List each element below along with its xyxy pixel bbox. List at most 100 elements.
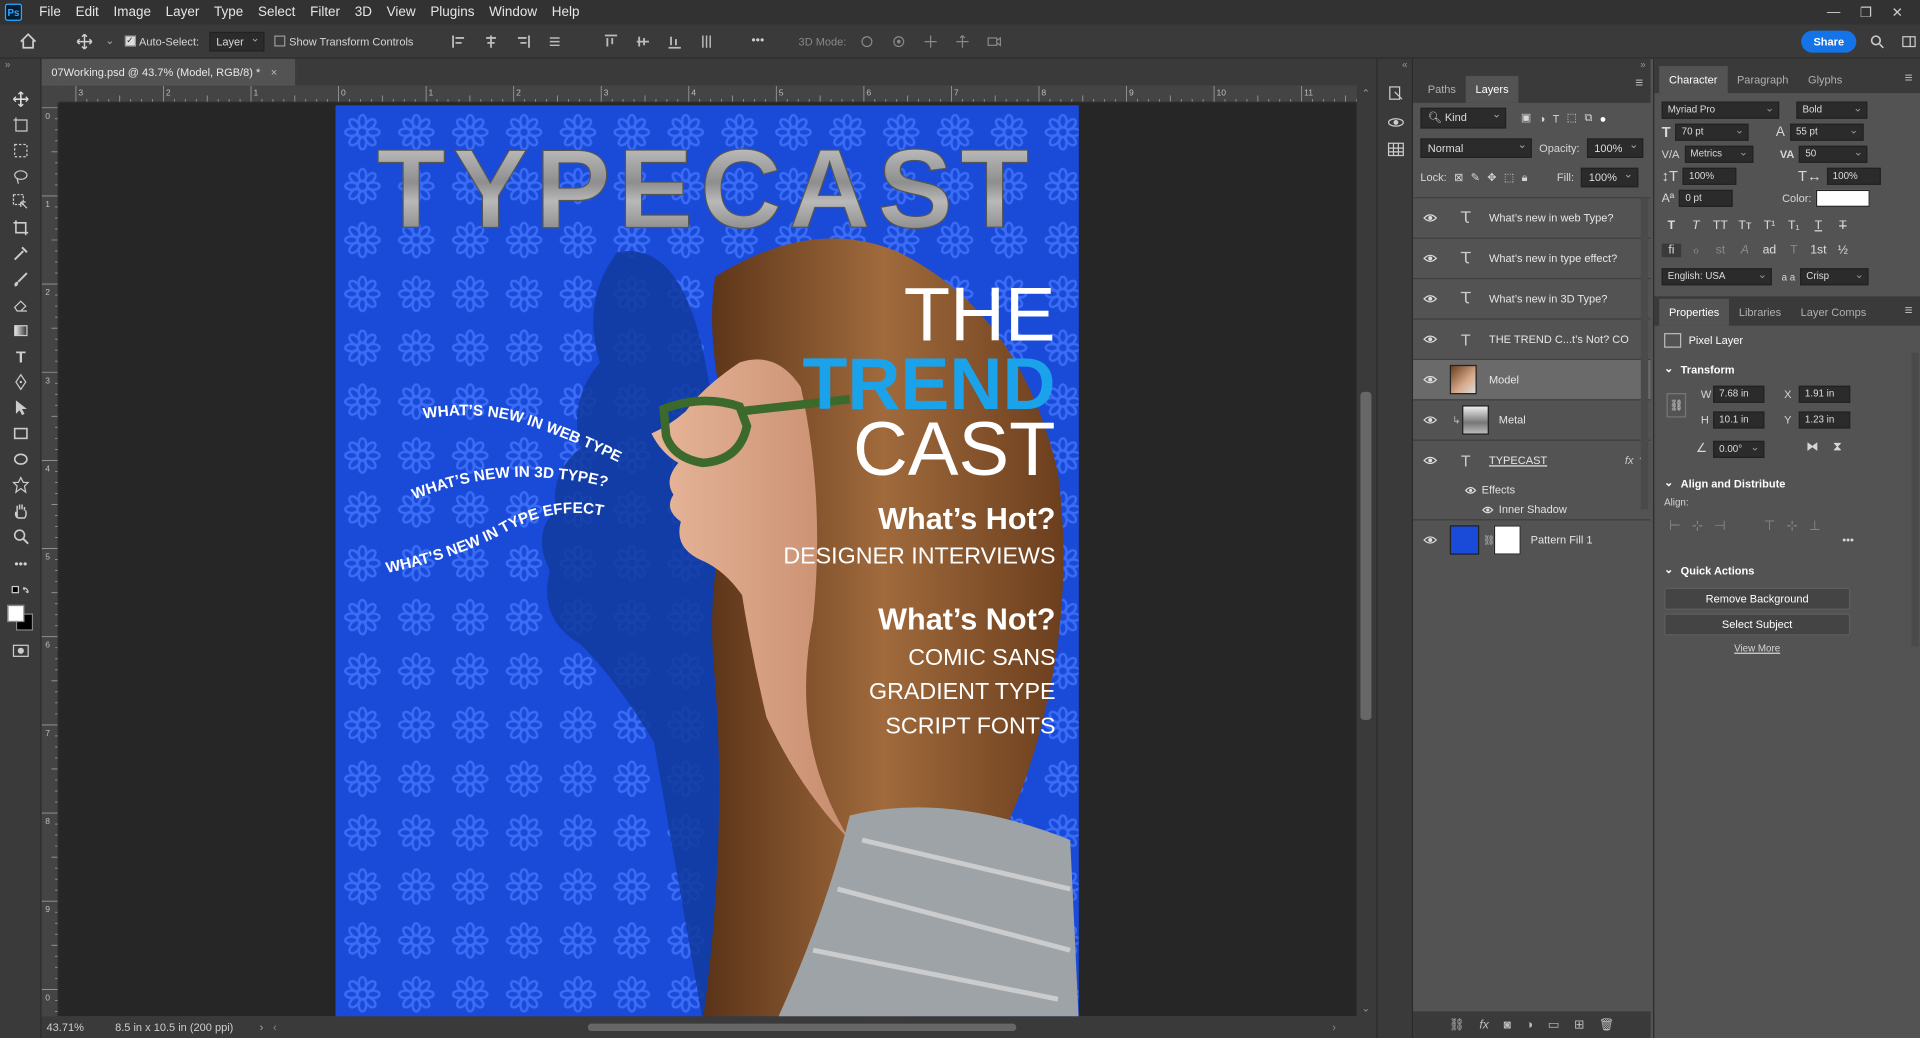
align-vertical-centers-icon[interactable]: ⊹ [1787,518,1798,534]
visibility-eye-icon[interactable] [1423,253,1438,263]
menu-window[interactable]: Window [482,0,545,24]
flip-vertical-icon[interactable]: ⧗ [1833,441,1842,454]
filter-toggle-icon[interactable]: ● [1600,112,1607,124]
distribute-v-icon[interactable] [695,30,717,52]
opacity-field[interactable]: 100% [1586,138,1644,158]
magazine-cover-artboard[interactable]: TYPECAST THE TREND CAST What’s Hot? DESI… [335,105,1079,1017]
tab-character[interactable]: Character [1659,66,1728,94]
titling-alternates-button[interactable]: T [1784,243,1804,256]
share-button[interactable]: Share [1801,30,1857,53]
view-more-link[interactable]: View More [1654,643,1860,654]
layer-row[interactable]: ⛓︎ Pattern Fill 1 [1413,519,1651,559]
font-family-dropdown[interactable]: Myriad Pro [1661,100,1780,119]
menu-file[interactable]: File [32,0,68,24]
eyedropper-tool-icon[interactable] [10,242,32,264]
close-window-icon[interactable]: ✕ [1892,4,1903,21]
layer-mask-thumbnail[interactable] [1493,525,1521,555]
visibility-eye-icon[interactable] [1423,375,1438,385]
small-caps-button[interactable]: Tт [1735,219,1755,232]
kerning-field[interactable]: Metrics [1684,144,1753,163]
link-proportions-icon[interactable]: ⛓︎ [1666,393,1687,418]
3d-pan-icon[interactable] [920,30,942,52]
align-bottom-icon[interactable] [663,30,685,52]
status-menu-chevron-icon[interactable]: › [260,1021,264,1033]
model-layer-thumbnail[interactable] [1449,364,1477,395]
type-tool-icon[interactable]: T [10,345,32,367]
h-scroll-right-icon[interactable]: › [1332,1021,1336,1033]
auto-select-checkbox[interactable]: ✓ Auto-Select: [124,35,199,47]
tracking-field[interactable]: 50 [1799,144,1868,163]
lock-artboard-icon[interactable]: ⬚ [1504,171,1514,184]
select-subject-button[interactable]: Select Subject [1664,613,1851,636]
table-panel-icon[interactable] [1386,140,1406,160]
lasso-tool-icon[interactable] [10,165,32,187]
layer-row[interactable]: T TYPECAST fx ⌃ [1413,439,1651,480]
flip-horizontal-icon[interactable]: ⧓ [1806,441,1818,454]
font-size-field[interactable]: 70 pt [1675,122,1749,141]
old-style-button[interactable]: ℴ [1686,243,1706,256]
lock-position-icon[interactable]: ✥ [1487,171,1496,184]
superscript-button[interactable]: T¹ [1760,219,1780,232]
align-top-icon[interactable] [600,30,622,52]
new-layer-icon[interactable]: ⊞ [1574,1018,1584,1031]
vertical-ruler[interactable]: 0 1 2 3 4 5 6 7 8 9 0 [41,102,59,1017]
3d-orbit-icon[interactable] [856,30,878,52]
layer-row[interactable]: ↳ Metal [1413,399,1651,439]
visibility-eye-icon[interactable] [1423,535,1438,545]
layer-row[interactable]: Ꚍ What’s new in web Type? [1413,197,1651,237]
lock-image-icon[interactable]: ✎ [1471,171,1480,184]
more-options-button[interactable]: ••• [751,34,764,47]
visibility-eye-icon[interactable] [1423,456,1438,466]
underline-button[interactable]: T [1809,219,1829,232]
metal-layer-thumbnail[interactable] [1462,405,1489,435]
angle-field[interactable]: 0.00° [1713,440,1765,458]
all-caps-button[interactable]: TT [1711,219,1731,232]
menu-edit[interactable]: Edit [68,0,106,24]
menu-3d[interactable]: 3D [347,0,379,24]
lock-all-icon[interactable]: 🔒︎ [1522,171,1528,184]
menu-plugins[interactable]: Plugins [423,0,482,24]
inner-shadow-eye-icon[interactable] [1482,505,1494,514]
search-icon[interactable] [1866,30,1888,52]
ordinals-button[interactable]: 1st [1809,243,1829,256]
align-horizontal-centers-icon[interactable]: ⊹ [1692,518,1703,534]
filter-pixel-icon[interactable]: ▣ [1521,111,1531,124]
anti-alias-dropdown[interactable]: Crisp [1800,267,1869,286]
tab-paragraph[interactable]: Paragraph [1727,66,1798,93]
eraser-tool-icon[interactable] [10,294,32,316]
zoom-tool-icon[interactable] [10,525,32,547]
layer-row[interactable]: Ꚍ What’s new in type effect? [1413,237,1651,278]
collapse-strip-icon[interactable]: « [1402,59,1407,70]
layer-filter-kind-dropdown[interactable]: 🔍︎ Kind [1420,107,1507,129]
align-right-edges-icon[interactable]: ⊣ [1714,518,1726,534]
faux-bold-button[interactable]: T [1662,219,1682,232]
layers-panel-menu-icon[interactable]: ≡ [1635,76,1643,91]
h-scroll-thumb[interactable] [587,1023,1017,1032]
hand-tool-icon[interactable] [10,500,32,522]
fill-field[interactable]: 100% [1581,167,1638,188]
swash-button[interactable]: A [1735,243,1755,256]
quick-actions-header[interactable]: ⌄ Quick Actions [1654,556,1920,584]
discretionary-ligatures-button[interactable]: st [1711,243,1731,256]
workspace-icon[interactable] [1898,30,1920,52]
remove-background-button[interactable]: Remove Background [1664,587,1851,610]
faux-italic-button[interactable]: T [1686,219,1706,232]
menu-image[interactable]: Image [106,0,158,24]
move-tool-icon[interactable] [10,88,32,110]
y-position-field[interactable]: 1.23 in [1798,411,1851,429]
vertical-scale-field[interactable]: 100% [1682,167,1737,185]
horizontal-scale-field[interactable]: 100% [1826,167,1881,185]
ligatures-button[interactable]: fi [1661,243,1682,257]
height-field[interactable]: 10.1 in [1713,411,1765,429]
layers-scrollbar[interactable] [1640,198,1649,510]
scroll-up-icon[interactable]: ⌃ [1362,88,1370,99]
home-icon[interactable] [17,30,39,52]
minimize-icon[interactable]: — [1827,4,1840,20]
new-group-icon[interactable]: ▭ [1548,1018,1560,1031]
visibility-eye-icon[interactable] [1423,415,1438,425]
default-colors-icon[interactable] [10,580,32,602]
3d-slide-icon[interactable] [952,30,974,52]
3d-roll-icon[interactable] [888,30,910,52]
align-left-icon[interactable] [448,30,470,52]
baseline-shift-field[interactable]: 0 pt [1679,189,1734,207]
